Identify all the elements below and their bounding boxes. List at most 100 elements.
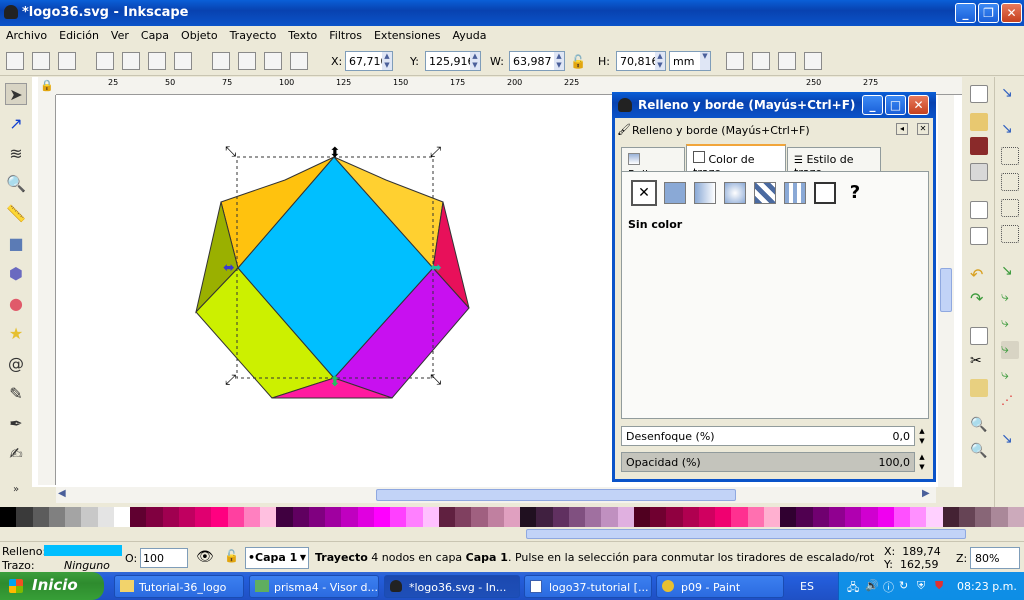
palette-swatch[interactable]: [455, 507, 472, 527]
volume-icon[interactable]: 🔊: [865, 579, 879, 592]
undo-icon[interactable]: ↶: [970, 265, 988, 284]
pencil-tool-icon[interactable]: ✎: [5, 383, 27, 405]
palette-swatch[interactable]: [162, 507, 179, 527]
palette-swatch[interactable]: [650, 507, 667, 527]
menu-archivo[interactable]: Archivo: [0, 26, 53, 42]
palette-swatch[interactable]: [763, 507, 780, 527]
update-icon[interactable]: ↻: [899, 579, 908, 592]
palette-swatch[interactable]: [877, 507, 894, 527]
color-palette[interactable]: [0, 507, 1024, 527]
unknown-paint-icon[interactable]: ?: [844, 182, 866, 204]
task-prisma-viewer[interactable]: prisma4 - Visor d...: [249, 575, 379, 598]
palette-swatch[interactable]: [406, 507, 423, 527]
opacity-field[interactable]: 100: [140, 548, 188, 568]
menu-filtros[interactable]: Filtros: [323, 26, 368, 42]
save-icon[interactable]: [970, 137, 988, 155]
palette-swatch[interactable]: [633, 507, 650, 527]
copy-icon[interactable]: [970, 327, 988, 345]
raise-to-top-icon[interactable]: [212, 52, 230, 70]
tab-color-de-trazo[interactable]: Color de trazo: [686, 144, 786, 179]
palette-swatch[interactable]: [503, 507, 520, 527]
palette-swatch[interactable]: [1007, 507, 1024, 527]
move-gradients-icon[interactable]: [778, 52, 796, 70]
palette-swatch[interactable]: [0, 507, 17, 527]
palette-scrollbar[interactable]: [0, 527, 1024, 541]
palette-swatch[interactable]: [845, 507, 862, 527]
snap-center-icon[interactable]: ↘: [1001, 431, 1019, 449]
select-all-layers-icon[interactable]: [32, 52, 50, 70]
palette-swatch[interactable]: [585, 507, 602, 527]
h-field[interactable]: 70,816 ▲ ▼: [616, 51, 666, 71]
info-icon[interactable]: ⓘ: [883, 579, 894, 595]
dialog-close-button[interactable]: ✕: [908, 95, 929, 115]
more-tools-icon[interactable]: »: [5, 479, 27, 501]
palette-swatch[interactable]: [893, 507, 910, 527]
redo-icon[interactable]: ↷: [970, 289, 988, 308]
close-button[interactable]: ✕: [1001, 3, 1022, 23]
security-shield-icon[interactable]: ⛊: [935, 579, 943, 593]
new-document-icon[interactable]: [970, 85, 988, 103]
scale-stroke-icon[interactable]: [726, 52, 744, 70]
scale-corners-icon[interactable]: [752, 52, 770, 70]
drawing[interactable]: ⤡ ⤢ ⤢ ⤡ ⬍ ⬌ ⬌ ⬍: [190, 140, 480, 400]
palette-swatch[interactable]: [32, 507, 49, 527]
x-field[interactable]: 67,710 ▲ ▼: [345, 51, 393, 71]
dialog-collapse-icon[interactable]: ◂: [896, 123, 908, 135]
palette-swatch[interactable]: [975, 507, 992, 527]
fill-swatch[interactable]: [44, 545, 122, 556]
rotate-ccw-icon[interactable]: [96, 52, 114, 70]
menu-trayecto[interactable]: Trayecto: [224, 26, 283, 42]
flip-vertical-icon[interactable]: [174, 52, 192, 70]
spin-arrows-icon[interactable]: ▲ ▼: [382, 52, 392, 70]
language-indicator[interactable]: ES: [800, 580, 814, 593]
tweak-tool-icon[interactable]: ≋: [5, 143, 27, 165]
palette-swatch[interactable]: [65, 507, 82, 527]
palette-swatch[interactable]: [568, 507, 585, 527]
palette-swatch[interactable]: [146, 507, 163, 527]
layer-lock-icon[interactable]: 🔓: [224, 549, 239, 563]
palette-swatch[interactable]: [601, 507, 618, 527]
import-icon[interactable]: [970, 201, 988, 219]
opacity-spin-icon[interactable]: ▲ ▼: [916, 452, 928, 472]
tab-relleno[interactable]: Relleno: [621, 147, 685, 181]
vertical-scroll-thumb[interactable]: [940, 268, 952, 312]
palette-swatch[interactable]: [357, 507, 374, 527]
measure-tool-icon[interactable]: 📏: [5, 203, 27, 225]
menu-texto[interactable]: Texto: [282, 26, 323, 42]
menu-ver[interactable]: Ver: [105, 26, 135, 42]
rotate-cw-icon[interactable]: [122, 52, 140, 70]
scroll-right-icon[interactable]: ▶: [922, 488, 930, 499]
palette-swatch[interactable]: [926, 507, 943, 527]
swatch-button[interactable]: [784, 182, 806, 204]
snap-bbox-corner-icon[interactable]: [1001, 173, 1019, 191]
menu-edicion[interactable]: Edición: [53, 26, 105, 42]
snap-bbox-icon[interactable]: ↘: [1001, 121, 1019, 139]
task-inkscape[interactable]: *logo36.svg - In...: [384, 575, 520, 598]
chevron-down-icon[interactable]: ▼: [700, 52, 710, 70]
spiral-tool-icon[interactable]: @: [5, 353, 27, 375]
palette-swatch[interactable]: [666, 507, 683, 527]
palette-swatch[interactable]: [828, 507, 845, 527]
snap-bbox-edge-icon[interactable]: [1001, 147, 1019, 165]
snap-bbox-midpoint-icon[interactable]: [1001, 199, 1019, 217]
snap-smooth-icon[interactable]: ⤷: [1001, 367, 1019, 385]
snap-cusp-icon[interactable]: ⤷: [1001, 341, 1019, 359]
dialog-title-bar[interactable]: Relleno y borde (Mayús+Ctrl+F) _ □ ✕: [612, 92, 936, 118]
palette-swatch[interactable]: [292, 507, 309, 527]
snap-bbox-center-icon[interactable]: [1001, 225, 1019, 243]
palette-swatch[interactable]: [958, 507, 975, 527]
task-paint[interactable]: p09 - Paint: [656, 575, 784, 598]
zoom-tool-icon[interactable]: 🔍: [5, 173, 27, 195]
lock-icon[interactable]: 🔓: [570, 55, 586, 70]
palette-scroll-thumb[interactable]: [526, 529, 966, 539]
zoom-drawing-icon[interactable]: 🔍: [970, 443, 988, 461]
horizontal-scroll-thumb[interactable]: [376, 489, 736, 501]
palette-swatch[interactable]: [471, 507, 488, 527]
palette-swatch[interactable]: [438, 507, 455, 527]
lock-guides-icon[interactable]: 🔒: [40, 79, 54, 92]
deselect-icon[interactable]: [58, 52, 76, 70]
palette-swatch[interactable]: [48, 507, 65, 527]
palette-swatch[interactable]: [487, 507, 504, 527]
dialog-minimize-button[interactable]: _: [862, 95, 883, 115]
blur-slider[interactable]: Desenfoque (%) 0,0: [621, 426, 915, 446]
